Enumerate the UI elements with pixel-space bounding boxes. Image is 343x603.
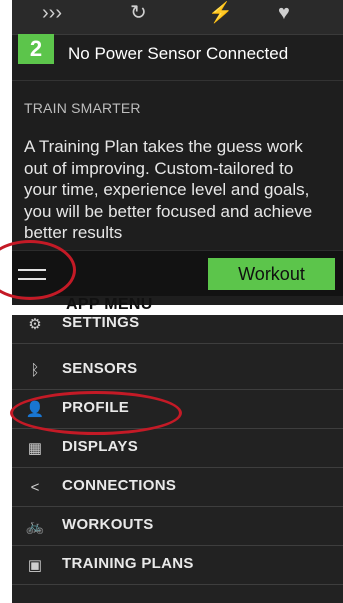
bicycle-icon: 🚲 bbox=[25, 518, 45, 535]
app-menu-panel: ⚙ SETTINGS ᛒ SENSORS 👤 PROFILE ▦ DISPLAY… bbox=[12, 315, 343, 603]
menu-item-training-plans[interactable]: ▣ TRAINING PLANS bbox=[12, 546, 343, 585]
menu-item-settings[interactable]: ⚙ SETTINGS bbox=[12, 315, 343, 344]
menu-item-label: SENSORS bbox=[62, 360, 138, 377]
highlight-ring-profile bbox=[10, 391, 182, 435]
bluetooth-icon: ᛒ bbox=[30, 362, 40, 379]
menu-item-label: WORKOUTS bbox=[62, 516, 154, 533]
menu-item-displays[interactable]: ▦ DISPLAYS bbox=[12, 429, 343, 468]
divider bbox=[12, 80, 343, 81]
calendar-icon: ▣ bbox=[27, 557, 43, 574]
share-icon: < bbox=[30, 479, 40, 496]
menu-item-label: SETTINGS bbox=[62, 315, 140, 331]
menu-item-label: TRAINING PLANS bbox=[62, 555, 194, 572]
heart-icon[interactable]: ♥ bbox=[278, 2, 290, 24]
power-sensor-status: No Power Sensor Connected bbox=[68, 44, 289, 63]
section-body: A Training Plan takes the guess work out… bbox=[24, 137, 313, 242]
step-badge: 2 bbox=[18, 34, 54, 64]
lightning-icon[interactable]: ⚡ bbox=[208, 2, 233, 24]
chevrons-right-icon[interactable]: ››› bbox=[42, 2, 62, 24]
menu-item-workouts[interactable]: 🚲 WORKOUTS bbox=[12, 507, 343, 546]
icon-strip: ››› ↻ ⚡ ♥ bbox=[12, 0, 343, 35]
grid-icon: ▦ bbox=[27, 440, 43, 457]
section-title: TRAIN SMARTER bbox=[24, 100, 141, 116]
menu-item-label: DISPLAYS bbox=[62, 438, 139, 455]
caption-app-menu: APP MENU bbox=[66, 296, 153, 313]
menu-item-connections[interactable]: < CONNECTIONS bbox=[12, 468, 343, 507]
menu-item-label: CONNECTIONS bbox=[62, 477, 177, 494]
refresh-icon[interactable]: ↻ bbox=[130, 2, 147, 24]
workout-button[interactable]: Workout bbox=[208, 258, 335, 290]
menu-item-sensors[interactable]: ᛒ SENSORS bbox=[12, 351, 343, 390]
gear-icon: ⚙ bbox=[28, 316, 42, 333]
